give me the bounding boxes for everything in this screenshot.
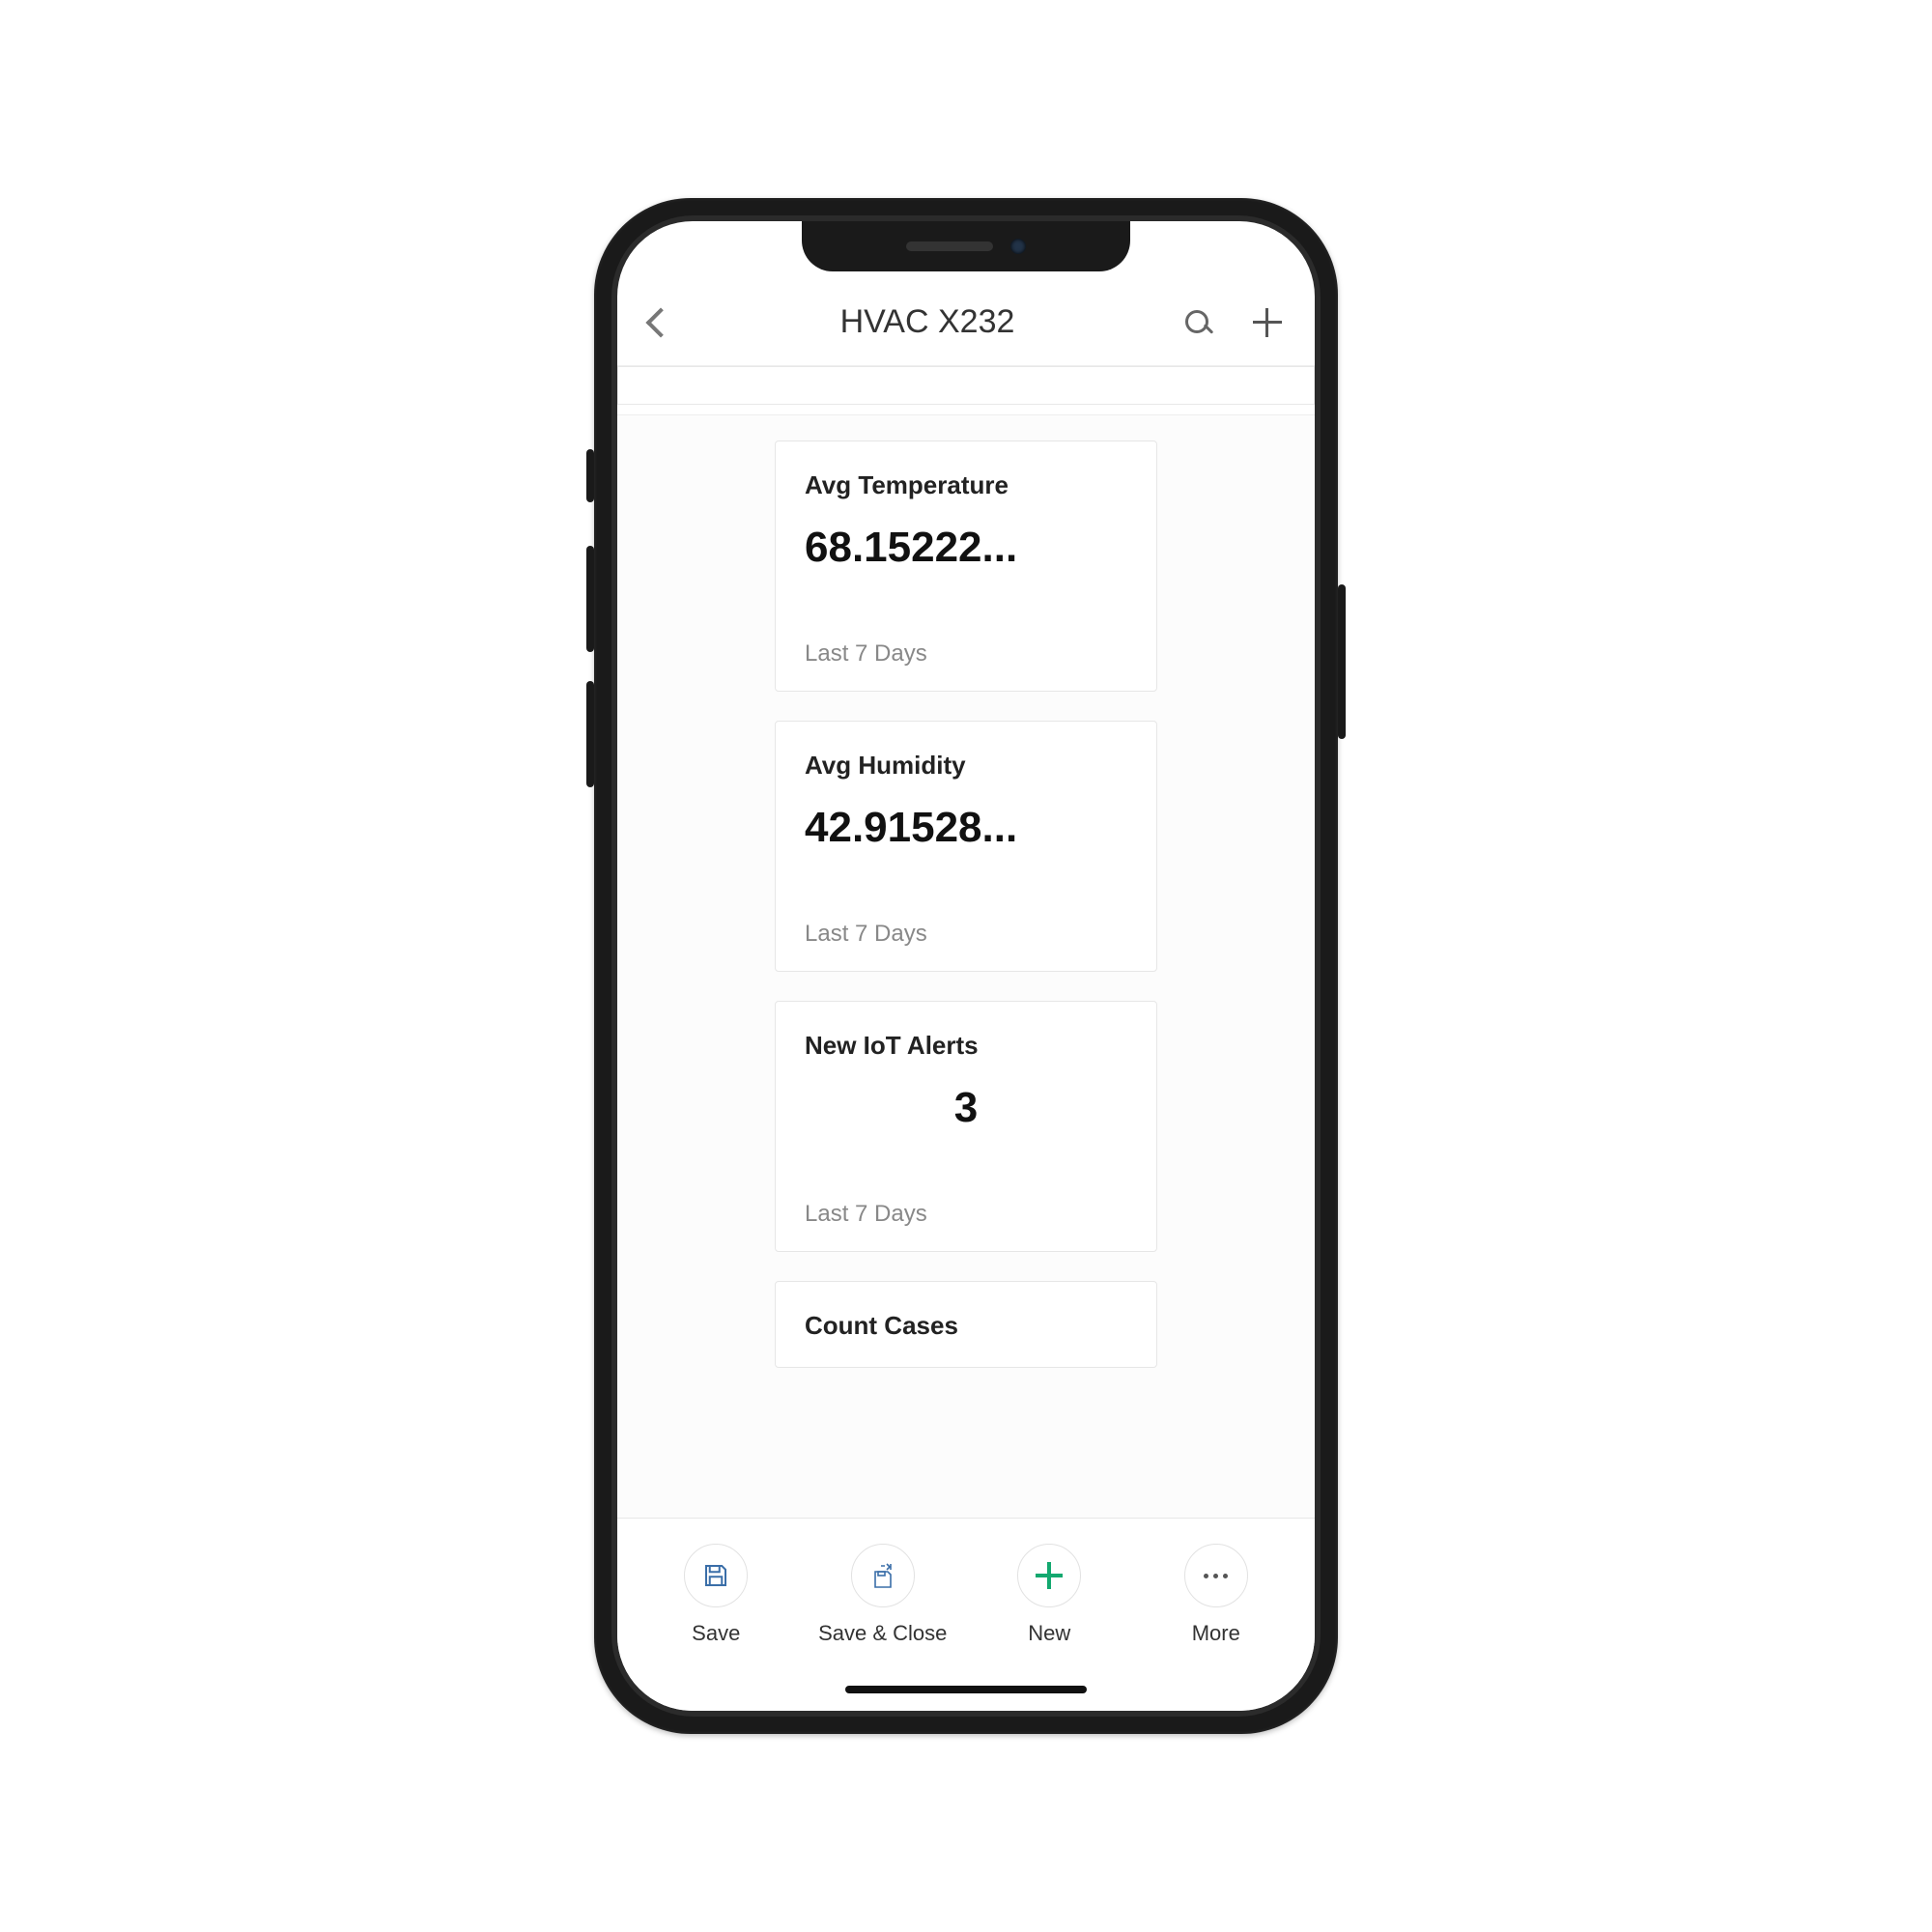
phone-notch [802,221,1130,271]
new-button[interactable]: New [977,1544,1122,1646]
phone-camera [1010,239,1026,254]
save-close-icon [867,1560,898,1591]
subheader-strip [617,366,1315,405]
card-avg-temperature[interactable]: Avg Temperature 68.15222... Last 7 Days [775,440,1157,692]
phone-volume-up [586,546,594,652]
canvas: HVAC X232 Avg Temperature 68.15222... La… [0,0,1932,1932]
home-indicator[interactable] [845,1686,1087,1693]
save-close-label: Save & Close [818,1621,947,1646]
phone-frame: HVAC X232 Avg Temperature 68.15222... La… [594,198,1338,1734]
card-avg-humidity[interactable]: Avg Humidity 42.91528... Last 7 Days [775,721,1157,972]
card-value: 3 [805,1084,1127,1132]
save-button[interactable]: Save [643,1544,788,1646]
card-subtitle: Last 7 Days [805,1201,1127,1228]
card-title: New IoT Alerts [805,1031,1127,1061]
phone-mute-switch [586,449,594,502]
card-new-iot-alerts[interactable]: New IoT Alerts 3 Last 7 Days [775,1001,1157,1252]
search-icon[interactable] [1183,308,1212,337]
card-subtitle: Last 7 Days [805,921,1127,948]
more-label: More [1192,1621,1240,1646]
card-count-cases[interactable]: Count Cases [775,1281,1157,1368]
bottom-action-bar: Save Save & Close [617,1518,1315,1711]
new-label: New [1028,1621,1070,1646]
card-value: 68.15222... [805,524,1127,572]
more-icon [1204,1574,1228,1578]
phone-bezel: HVAC X232 Avg Temperature 68.15222... La… [611,215,1321,1717]
phone-power-button [1338,584,1346,739]
save-close-button[interactable]: Save & Close [810,1544,955,1646]
card-subtitle: Last 7 Days [805,640,1127,668]
chevron-left-icon [645,307,675,337]
content-area[interactable]: Avg Temperature 68.15222... Last 7 Days … [617,414,1315,1518]
card-title: Avg Humidity [805,751,1127,781]
more-button[interactable]: More [1144,1544,1289,1646]
plus-green-icon [1036,1562,1063,1589]
page-title: HVAC X232 [708,303,1147,341]
phone-speaker [906,242,993,251]
back-button[interactable] [650,312,708,333]
card-title: Count Cases [805,1311,1127,1341]
save-icon [701,1561,730,1590]
save-label: Save [692,1621,740,1646]
phone-volume-down [586,681,594,787]
card-value: 42.91528... [805,804,1127,852]
screen: HVAC X232 Avg Temperature 68.15222... La… [617,221,1315,1711]
plus-icon[interactable] [1253,308,1282,337]
card-title: Avg Temperature [805,470,1127,500]
